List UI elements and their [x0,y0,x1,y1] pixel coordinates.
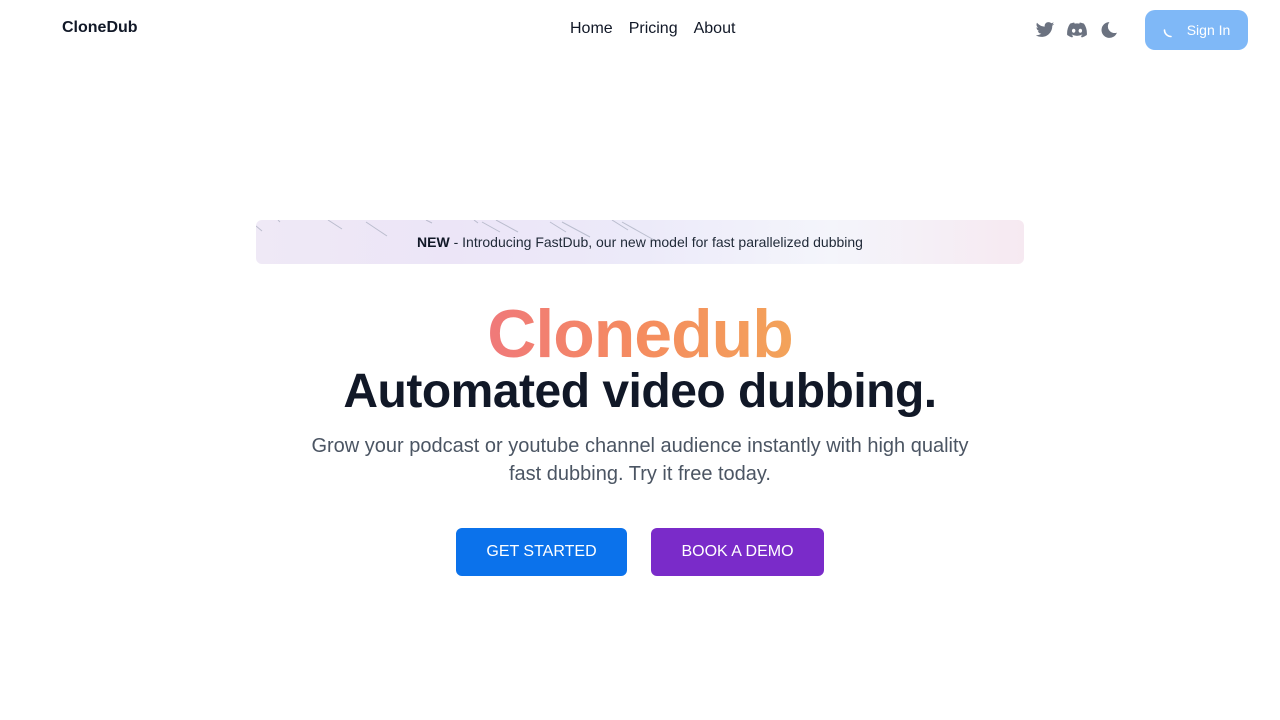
sign-in-label: Sign In [1186,22,1231,38]
moon-icon[interactable] [1093,10,1125,50]
hero-subtitle: Grow your podcast or youtube channel aud… [311,435,969,485]
book-demo-button[interactable]: BOOK A DEMO [651,528,824,576]
sign-in-button[interactable]: Sign In [1145,10,1248,50]
hero-brand-heading: Clonedub [0,296,1280,372]
nav-actions: Sign In [1029,10,1248,50]
brand-logo[interactable]: CloneDub [62,19,138,37]
twitter-icon[interactable] [1029,10,1061,50]
loading-spinner-icon [1163,22,1179,38]
banner-message: NEW - Introducing FastDub, our new model… [417,234,863,250]
nav-link-pricing[interactable]: Pricing [621,19,686,39]
discord-icon[interactable] [1061,10,1093,50]
announcement-banner[interactable]: NEW - Introducing FastDub, our new model… [256,220,1024,264]
banner-tag: NEW [417,234,450,250]
cta-buttons: GET STARTED BOOK A DEMO [456,528,824,576]
navbar: CloneDub Home Pricing About Sign In [0,0,1280,60]
banner-text: - Introducing FastDub, our new model for… [449,234,863,250]
nav-links: Home Pricing About [562,19,743,39]
hero-brand-text: Clonedub [487,296,794,372]
get-started-button[interactable]: GET STARTED [456,528,627,576]
nav-link-about[interactable]: About [686,19,744,39]
hero-title: Automated video dubbing. [343,365,937,418]
nav-link-home[interactable]: Home [562,19,621,39]
